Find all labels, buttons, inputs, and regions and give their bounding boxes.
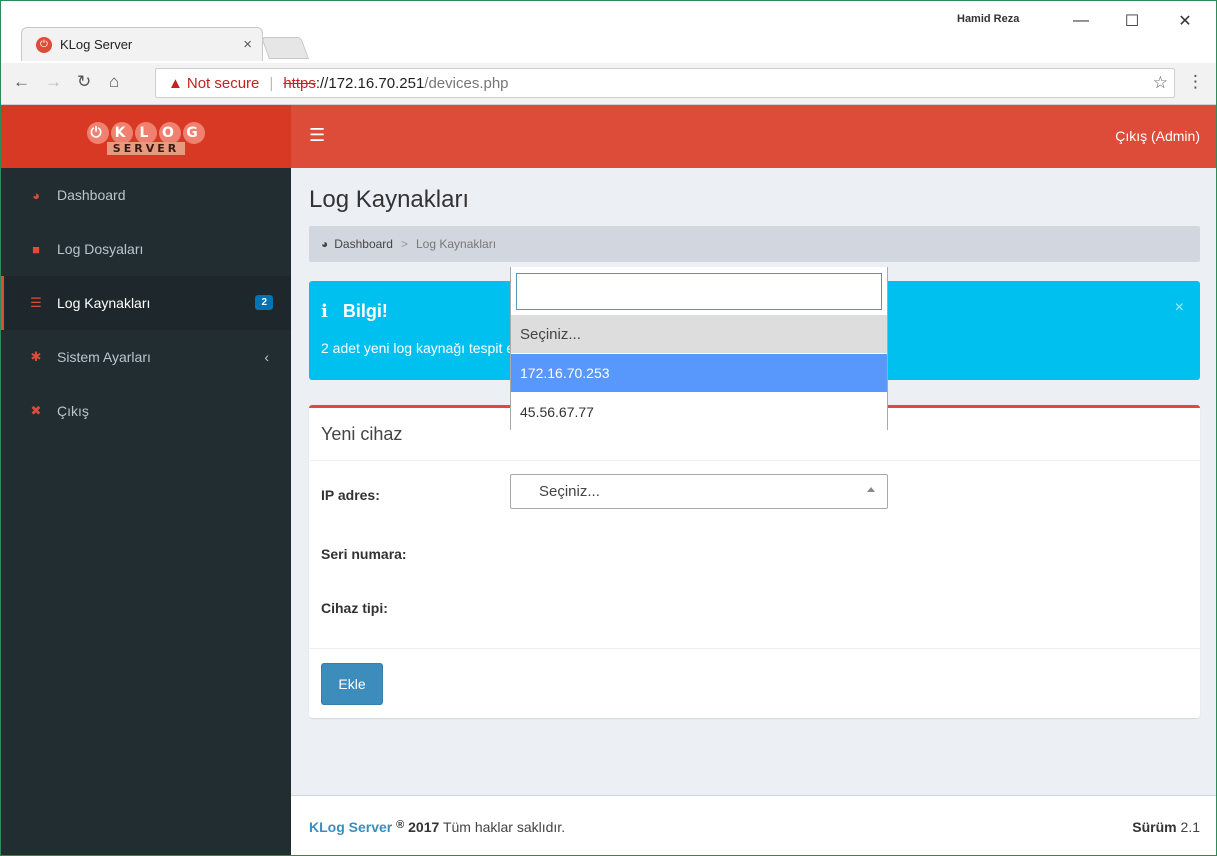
breadcrumb-separator: >: [400, 237, 408, 251]
registered-mark: ®: [396, 819, 405, 831]
version-info: Sürüm 2.1: [1132, 819, 1200, 835]
new-device-box: Yeni cihaz IP adres: Seri numara: Cihaz …: [309, 405, 1200, 718]
version-number: 2.1: [1180, 819, 1200, 835]
window-user-label: Hamid Reza: [957, 13, 1020, 25]
url-input[interactable]: ▲ Not secure | https :// 172.16.70.251 /…: [155, 68, 1175, 98]
main-content: Log Kaynakları ◕ Dashboard > Log Kaynakl…: [291, 168, 1216, 795]
footer-year: 2017: [408, 819, 440, 835]
minimize-button[interactable]: —: [1061, 9, 1101, 33]
title-bar: ⏻ KLog Server × Hamid Reza — ☐ ✕: [1, 1, 1216, 63]
url-path: /devices.php: [424, 74, 509, 92]
caret-up-icon: [867, 487, 875, 492]
dashboard-icon: ◕: [32, 187, 40, 203]
ip-select-value: Seçiniz...: [539, 483, 600, 500]
url-host: 172.16.70.251: [328, 74, 425, 92]
breadcrumb-home-link[interactable]: Dashboard: [334, 237, 393, 251]
browser-menu-icon[interactable]: ⋮: [1187, 72, 1204, 92]
chevron-left-icon: ‹: [264, 349, 269, 365]
info-icon: i: [321, 301, 328, 322]
server-icon: ☰: [30, 295, 42, 310]
url-divider: |: [269, 74, 274, 92]
dropdown-option-highlighted[interactable]: 172.16.70.253: [511, 354, 887, 392]
ip-select[interactable]: Seçiniz...: [510, 474, 888, 509]
sidebar-item-label: Log Kaynakları: [57, 295, 151, 311]
page-title: Log Kaynakları: [309, 186, 470, 213]
sidebar: ◕ Dashboard ■ Log Dosyaları ☰ Log Kaynak…: [1, 168, 291, 855]
hamburger-menu-icon[interactable]: ☰: [309, 125, 325, 146]
sidebar-item-exit[interactable]: ✖ Çıkış: [1, 384, 291, 438]
dropdown-option[interactable]: Seçiniz...: [511, 315, 887, 353]
tab-close-icon[interactable]: ×: [243, 36, 252, 53]
copyright: KLog Server ® 2017 Tüm haklar saklıdır.: [309, 819, 565, 835]
klog-app: ⏻ K L O G SERVER ☰ Çıkış (Admin) ◕ Dashboard…: [1, 105, 1216, 855]
maximize-button[interactable]: ☐: [1112, 9, 1152, 33]
forward-arrow-icon[interactable]: →: [45, 72, 62, 92]
sidebar-item-label: Dashboard: [57, 187, 126, 203]
sidebar-item-settings[interactable]: ✱ Sistem Ayarları ‹: [1, 330, 291, 384]
warning-icon: ▲: [168, 74, 183, 92]
alert-title: i Bilgi!: [321, 301, 388, 322]
reload-icon[interactable]: ↻: [77, 72, 91, 92]
klog-favicon-icon: ⏻: [36, 36, 52, 53]
dropdown-option[interactable]: 45.56.67.77: [511, 393, 887, 431]
back-arrow-icon[interactable]: ←: [13, 72, 30, 92]
url-scheme: https: [283, 74, 316, 92]
logo[interactable]: ⏻ K L O G SERVER: [1, 105, 291, 168]
box-title: Yeni cihaz: [321, 424, 403, 444]
home-icon[interactable]: ⌂: [109, 72, 119, 92]
close-icon: ✖: [30, 403, 42, 418]
sidebar-item-log-sources[interactable]: ☰ Log Kaynakları 2: [1, 276, 291, 330]
url-separator: ://: [315, 74, 329, 92]
footer: KLog Server ® 2017 Tüm haklar saklıdır. …: [291, 795, 1216, 855]
new-tab-button[interactable]: [260, 37, 310, 59]
dropdown-search-input[interactable]: [516, 273, 882, 310]
alert-title-text: Bilgi!: [342, 301, 388, 321]
address-bar: ← → ↻ ⌂ ▲ Not secure | https :// 172.16.…: [1, 63, 1216, 105]
box-footer-divider: [309, 648, 1200, 649]
sidebar-item-log-files[interactable]: ■ Log Dosyaları: [1, 222, 291, 276]
logo-subtitle: SERVER: [106, 142, 186, 155]
sidebar-item-label: Çıkış: [57, 403, 89, 419]
add-button[interactable]: Ekle: [321, 663, 383, 705]
close-window-button[interactable]: ✕: [1165, 9, 1205, 33]
browser-window: ⏻ KLog Server × Hamid Reza — ☐ ✕ ← → ↻ ⌂…: [0, 0, 1217, 856]
dashboard-icon: ◕: [321, 237, 329, 251]
count-badge: 2: [255, 295, 273, 310]
tab-title: KLog Server: [60, 37, 133, 52]
logout-link[interactable]: Çıkış (Admin): [1115, 128, 1200, 144]
footer-rights: Tüm haklar saklıdır.: [442, 819, 566, 835]
footer-brand-link[interactable]: KLog Server: [309, 819, 392, 835]
not-secure-label[interactable]: Not secure: [187, 75, 260, 92]
bookmark-star-icon[interactable]: ☆: [1153, 73, 1168, 93]
gear-icon: ✱: [30, 349, 42, 364]
browser-tab[interactable]: ⏻ KLog Server ×: [21, 27, 263, 61]
ip-select-dropdown: Seçiniz... 172.16.70.253 45.56.67.77: [510, 267, 888, 431]
logo-mark: ⏻ K L O G: [86, 118, 206, 144]
sidebar-item-dashboard[interactable]: ◕ Dashboard: [1, 168, 291, 222]
serial-label: Seri numara:: [321, 546, 407, 562]
ip-label: IP adres:: [321, 487, 380, 503]
device-type-label: Cihaz tipi:: [321, 600, 388, 616]
breadcrumb: ◕ Dashboard > Log Kaynakları: [309, 226, 1200, 262]
archive-icon: ■: [32, 241, 40, 257]
top-navbar: ☰ Çıkış (Admin): [291, 105, 1216, 168]
sidebar-item-label: Sistem Ayarları: [57, 349, 151, 365]
alert-close-icon[interactable]: ×: [1175, 299, 1184, 317]
box-divider: [309, 460, 1200, 461]
version-label: Sürüm: [1132, 819, 1177, 835]
sidebar-item-label: Log Dosyaları: [57, 241, 144, 257]
breadcrumb-current: Log Kaynakları: [415, 237, 497, 251]
